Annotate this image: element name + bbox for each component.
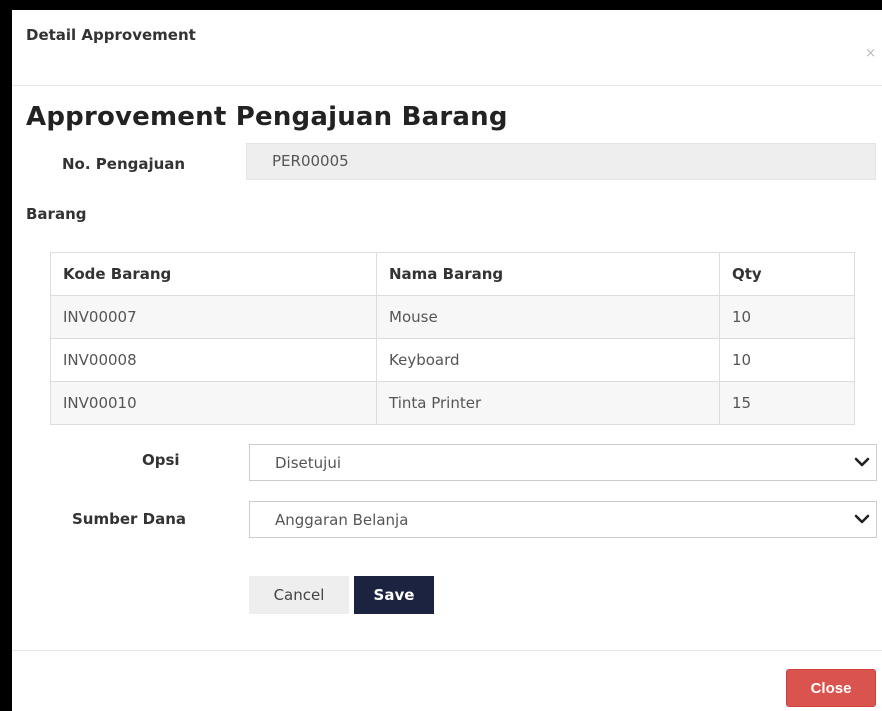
column-header-qty: Qty: [719, 252, 855, 296]
table-row: INV00010 Tinta Printer 15: [50, 381, 855, 425]
close-button[interactable]: Close: [786, 669, 876, 707]
opsi-label: Opsi: [142, 451, 180, 469]
cell-kode-barang: INV00008: [50, 338, 377, 382]
column-header-kode-barang: Kode Barang: [50, 252, 377, 296]
barang-label: Barang: [26, 205, 87, 223]
close-icon[interactable]: ×: [865, 46, 876, 61]
cell-kode-barang: INV00010: [50, 381, 377, 425]
page-title: Approvement Pengajuan Barang: [26, 102, 508, 132]
sumber-dana-label: Sumber Dana: [72, 510, 187, 528]
opsi-selected-value: Disetujui: [275, 454, 341, 472]
cell-qty: 15: [719, 381, 855, 425]
sumber-dana-selected-value: Anggaran Belanja: [275, 511, 409, 529]
save-button[interactable]: Save: [354, 576, 434, 614]
barang-table: Kode Barang Nama Barang Qty INV00007 Mou…: [50, 252, 855, 425]
cell-qty: 10: [719, 338, 855, 382]
cell-nama-barang: Keyboard: [376, 338, 720, 382]
table-row: INV00008 Keyboard 10: [50, 338, 855, 382]
cell-kode-barang: INV00007: [50, 295, 377, 339]
sumber-dana-select[interactable]: Anggaran Belanja: [249, 501, 877, 538]
detail-approvement-modal: Detail Approvement × Approvement Pengaju…: [12, 10, 882, 711]
table-header-row: Kode Barang Nama Barang Qty: [50, 252, 855, 296]
modal-title: Detail Approvement: [26, 26, 196, 44]
opsi-select[interactable]: Disetujui: [249, 444, 877, 481]
cancel-button[interactable]: Cancel: [249, 576, 349, 614]
chevron-down-icon: [854, 514, 870, 524]
cell-qty: 10: [719, 295, 855, 339]
no-pengajuan-field: PER00005: [246, 143, 876, 180]
cell-nama-barang: Mouse: [376, 295, 720, 339]
modal-header: Detail Approvement ×: [12, 10, 882, 86]
chevron-down-icon: [854, 457, 870, 467]
no-pengajuan-label: No. Pengajuan: [62, 155, 186, 173]
footer-divider: [12, 650, 882, 651]
cell-nama-barang: Tinta Printer: [376, 381, 720, 425]
table-row: INV00007 Mouse 10: [50, 295, 855, 339]
column-header-nama-barang: Nama Barang: [376, 252, 720, 296]
